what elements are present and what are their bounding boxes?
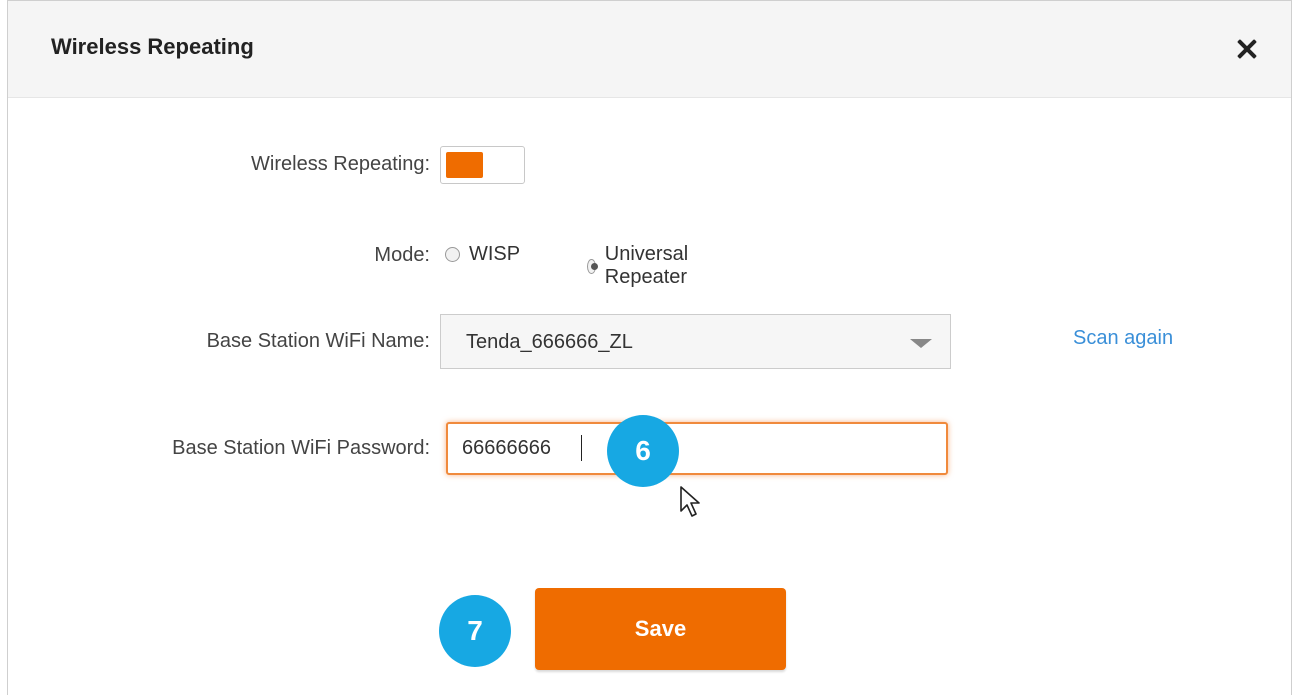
ssid-select-value: Tenda_666666_ZL [466, 331, 633, 353]
mode-label: Mode: [374, 244, 430, 266]
toggle-on-indicator [446, 152, 483, 178]
ssid-select[interactable]: Tenda_666666_ZL [440, 314, 951, 369]
radio-checked-icon [587, 258, 598, 274]
dialog-header: Wireless Repeating [8, 1, 1291, 98]
step-badge-6: 6 [607, 415, 679, 487]
text-cursor [581, 435, 582, 461]
dialog-title: Wireless Repeating [51, 34, 254, 59]
ssid-label: Base Station WiFi Name: [206, 330, 430, 352]
mode-option-wisp-label: WISP [469, 243, 521, 265]
radio-circle-icon [445, 247, 460, 262]
mode-radio-wisp[interactable]: WISP [445, 243, 520, 266]
save-button[interactable]: Save [535, 588, 786, 670]
mode-option-universal-repeater-label: Universal Repeater [604, 243, 689, 288]
step-badge-7: 7 [439, 595, 511, 667]
password-label: Base Station WiFi Password: [172, 437, 430, 459]
mode-radio-universal-repeater[interactable]: Universal Repeater [587, 243, 694, 289]
close-icon[interactable] [1235, 37, 1259, 61]
wireless-repeating-label: Wireless Repeating: [251, 153, 430, 175]
mouse-pointer-icon [680, 486, 700, 517]
password-input[interactable] [446, 422, 948, 475]
chevron-down-icon [910, 339, 932, 348]
scan-again-link[interactable]: Scan again [1073, 327, 1173, 350]
wireless-repeating-toggle[interactable] [440, 146, 525, 184]
